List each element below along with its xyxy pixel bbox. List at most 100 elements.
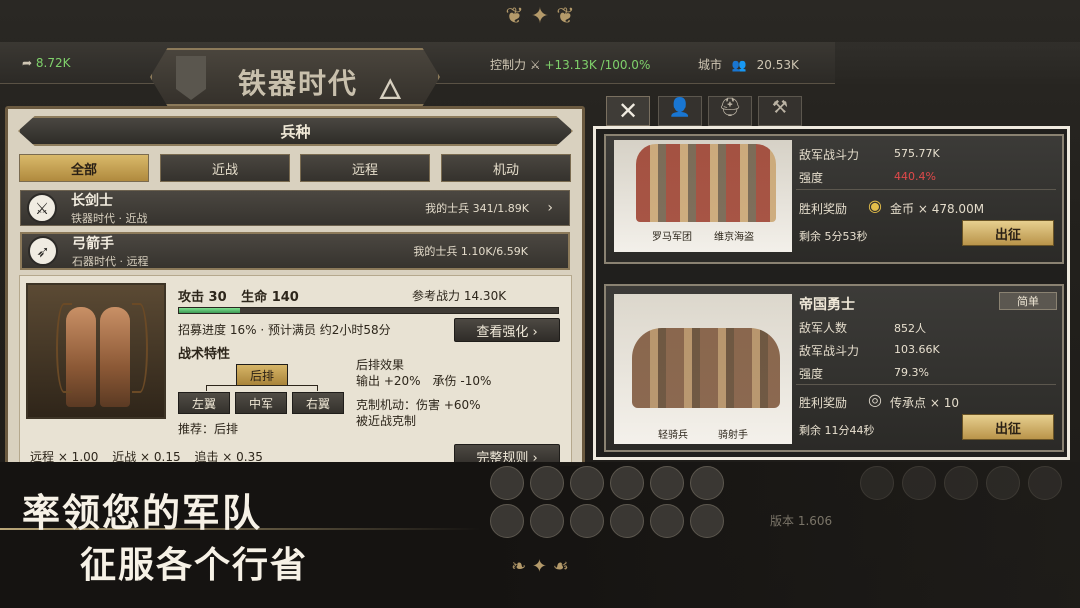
tab-melee[interactable]: 近战 [160,154,290,182]
unit-slot-icon[interactable] [610,466,644,500]
unit-slot-icon[interactable] [490,466,524,500]
archer-portrait [26,283,166,419]
bottom-ornament: ❧ ✦ ☙ [511,556,569,577]
army-caption: 罗马军团 [652,232,692,243]
unit-row-archer[interactable]: ➶ 弓箭手 石器时代 · 远程 我的士兵 1.10K/6.59K [20,232,570,270]
unit-era: 铁器时代 [71,212,115,225]
strength-label: 强度 [799,367,824,381]
unit-slot-icon[interactable] [530,466,564,500]
unit-type: 远程 [126,255,149,268]
resource-counter: ➦ 8.72K [22,56,70,70]
unit-type: 近战 [125,212,148,225]
recruit-progress-fill [179,308,240,313]
army-caption: 骑射手 [718,430,748,441]
unit-slot-icon[interactable] [650,504,684,538]
position-connector [206,385,318,391]
tools-icon[interactable]: ⚒ [758,96,802,126]
unit-slot-icon[interactable] [490,504,524,538]
enemy-count-value: 852人 [894,322,926,335]
chevron-right-icon: › [547,200,553,216]
panel-title: 兵种 [280,122,311,141]
position-center-button[interactable]: 中军 [235,392,287,414]
strength-value: 79.3% [894,366,929,379]
unit-name: 弓箭手 [72,236,114,252]
divider [796,384,1056,385]
icon-row-1 [490,466,724,500]
cavalry-group [632,328,780,408]
helmet-icon[interactable]: ⛑ [708,96,752,126]
effect-values: 输出 +20% 承伤 -10% [356,374,492,388]
position-right-wing-button[interactable]: 右翼 [292,392,344,414]
reward-value: 金币 × 478.00M [890,202,985,216]
person-icon[interactable]: 👤 [658,96,702,126]
strength-value: 440.4% [894,170,936,183]
promo-headline-1: 率领您的军队 [22,491,263,535]
panel-header: 兵种 [18,116,573,146]
unit-slot-icon[interactable] [610,504,644,538]
soldiers-group [636,144,776,222]
sortie-button[interactable]: 出征 [962,414,1054,440]
reward-label: 胜利奖励 [799,202,848,216]
reference-power: 参考战力 14.30K [412,289,507,303]
tab-ranged[interactable]: 远程 [300,154,430,182]
unit-slot-icon[interactable] [530,504,564,538]
unit-slot-icon[interactable] [650,466,684,500]
bow-icon [56,303,72,393]
view-upgrade-button[interactable]: 查看强化 › [454,318,560,342]
enemy-count-label: 敌军人数 [799,321,848,335]
sword-icon: ⚔ [27,193,57,223]
top-bar-blurred [835,42,1080,84]
enemy-army-illustration: 轻骑兵 骑射手 [614,294,792,444]
control-indicator: 控制力 ⚔ +13.13K /100.0% [490,56,650,73]
time-remaining: 剩余 5分53秒 [799,230,868,243]
top-ornament: ❦ ✦ ❦ [505,4,575,29]
strength-label: 强度 [799,171,824,185]
unit-slot-icon[interactable] [902,466,936,500]
unit-slot-icon[interactable] [570,504,604,538]
people-icon: 👥 [731,58,747,72]
tactics-title: 战术特性 [178,347,231,362]
enemy-power-value: 575.77K [894,147,940,160]
version-label: 版本 1.606 [770,514,833,528]
army-caption: 维京海盗 [714,232,754,243]
unit-slot-icon[interactable] [1028,466,1062,500]
icon-row-right [860,466,1062,500]
icon-row-2 [490,504,724,538]
enemy-title: 帝国勇士 [799,297,855,313]
unit-slot-icon[interactable] [860,466,894,500]
unit-slot-icon[interactable] [986,466,1020,500]
unit-row-longswordsman[interactable]: ⚔ 长剑士 铁器时代 · 近战 我的士兵 341/1.89K › [20,190,570,226]
resource-value: 8.72K [35,56,71,70]
bow-icon [132,303,148,393]
sortie-button[interactable]: 出征 [962,220,1054,246]
city-indicator: 城市 👥 20.53K [698,56,799,73]
control-value: +13.13K [544,58,597,72]
effect-title: 后排效果 [356,358,405,372]
unit-slot-icon[interactable] [570,466,604,500]
army-caption: 轻骑兵 [658,430,688,441]
position-left-wing-button[interactable]: 左翼 [178,392,230,414]
era-title: 铁器时代 [238,67,359,100]
city-value: 20.53K [756,58,799,72]
recruit-status: 招募进度 16% · 预计满员 约2小时58分 [178,323,391,337]
battle-card-1: 罗马军团 维京海盗 敌军战斗力 575.77K 强度 440.4% 胜利奖励 ◉… [604,134,1064,264]
recruit-progress-bar [178,307,559,314]
tab-all[interactable]: 全部 [19,154,149,182]
unit-soldiers: 我的士兵 1.10K/6.59K [413,245,528,258]
position-back-button[interactable]: 后排 [236,364,288,386]
promo-headline-2: 征服各个行省 [80,545,309,586]
unit-name: 长剑士 [71,193,113,209]
archer-figure [100,307,130,407]
swords-icon: ⚔ [529,58,541,72]
unit-slot-icon[interactable] [690,466,724,500]
countered-by: 被近战克制 [356,414,417,428]
resource-icon: ➦ [22,56,33,70]
divider [796,189,1056,190]
close-icon[interactable]: ✕ [606,96,650,126]
unit-slot-icon[interactable] [690,504,724,538]
gold-coin-icon: ◉ [868,196,882,215]
enemy-power-value: 103.66K [894,343,940,356]
tab-mobile[interactable]: 机动 [441,154,571,182]
unit-era: 石器时代 [72,255,116,268]
unit-slot-icon[interactable] [944,466,978,500]
